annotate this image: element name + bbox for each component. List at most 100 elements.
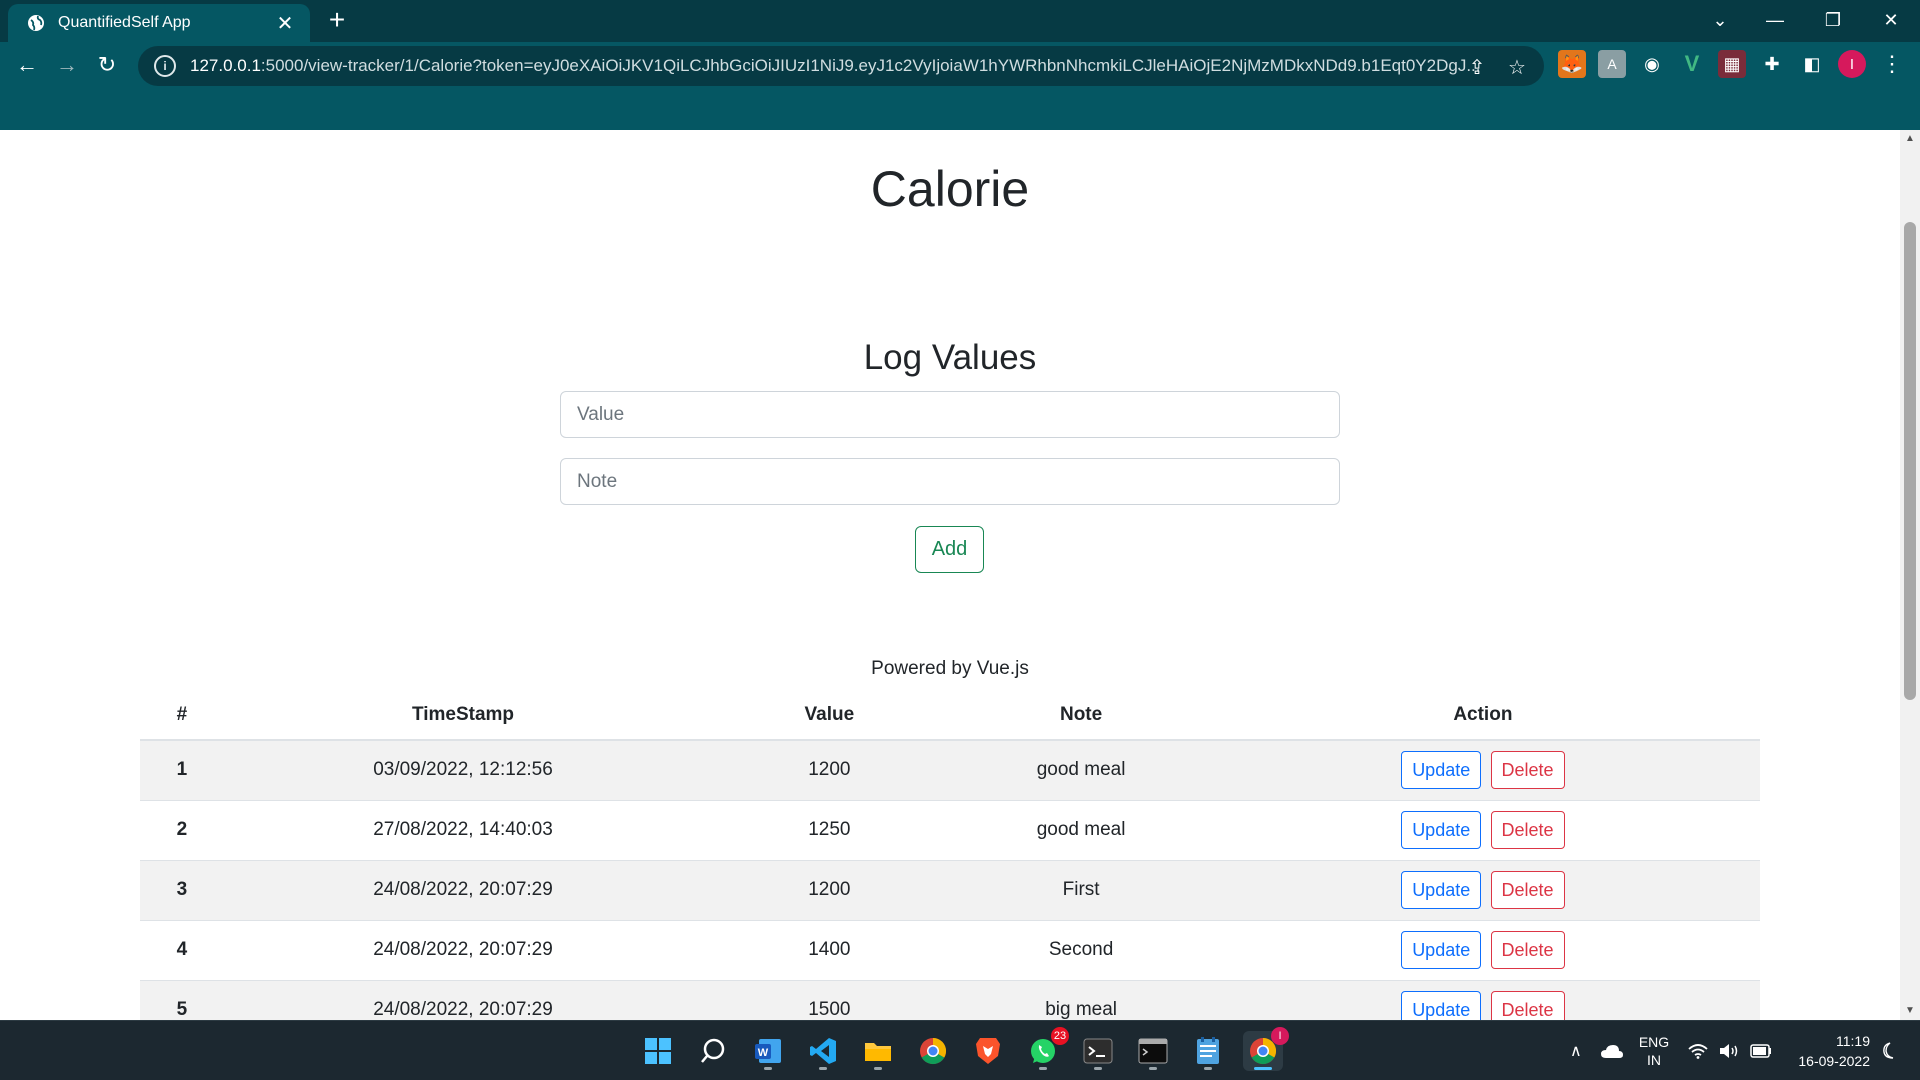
- row-index: 5: [140, 980, 224, 1020]
- language-indicator[interactable]: ENG IN: [1636, 1021, 1672, 1080]
- brave-icon[interactable]: [968, 1031, 1008, 1071]
- row-timestamp: 24/08/2022, 20:07:29: [223, 860, 703, 921]
- add-button[interactable]: Add: [915, 526, 984, 573]
- header-timestamp: TimeStamp: [223, 690, 703, 741]
- chrome-icon[interactable]: [913, 1031, 953, 1071]
- wifi-icon[interactable]: [1688, 1021, 1708, 1080]
- profile-avatar[interactable]: I: [1838, 50, 1866, 78]
- header-note: Note: [956, 690, 1206, 741]
- table-body: 1 03/09/2022, 12:12:56 1200 good meal Up…: [140, 740, 1760, 1020]
- forward-icon[interactable]: →: [50, 48, 84, 82]
- row-index: 2: [140, 800, 224, 861]
- scroll-thumb[interactable]: [1904, 222, 1916, 700]
- battery-icon[interactable]: [1750, 1021, 1772, 1080]
- page-content: Calorie Log Values Add Powered by Vue.js…: [0, 130, 1900, 1020]
- minimize-icon[interactable]: —: [1750, 0, 1800, 40]
- header-value: Value: [702, 690, 957, 741]
- share-icon[interactable]: ⇪: [1464, 54, 1490, 80]
- row-value: 1200: [702, 740, 957, 801]
- volume-icon[interactable]: [1718, 1021, 1740, 1080]
- delete-button[interactable]: Delete: [1490, 991, 1565, 1020]
- scroll-down-icon[interactable]: ▼: [1900, 1002, 1920, 1020]
- row-actions: Update Delete: [1205, 740, 1760, 801]
- show-hidden-icons-chevron[interactable]: ∧: [1570, 1021, 1582, 1080]
- delete-button[interactable]: Delete: [1490, 811, 1565, 849]
- search-icon[interactable]: [693, 1031, 733, 1071]
- header-action: Action: [1205, 690, 1760, 741]
- side-panel-icon[interactable]: ◧: [1798, 50, 1826, 78]
- delete-button[interactable]: Delete: [1490, 751, 1565, 790]
- file-explorer-icon[interactable]: [858, 1031, 898, 1071]
- row-note: big meal: [956, 980, 1206, 1020]
- terminal-icon[interactable]: [1078, 1031, 1118, 1071]
- note-input[interactable]: [560, 458, 1340, 505]
- row-actions: Update Delete: [1205, 980, 1760, 1020]
- running-indicator: [1149, 1067, 1157, 1070]
- row-note: Second: [956, 920, 1206, 981]
- row-index: 4: [140, 920, 224, 981]
- site-info-icon[interactable]: i: [154, 55, 176, 77]
- browser-tab[interactable]: QuantifiedSelf App ✕: [8, 4, 310, 42]
- running-indicator: [874, 1067, 882, 1070]
- windows-start-icon[interactable]: [638, 1031, 678, 1071]
- running-indicator: [1204, 1067, 1212, 1070]
- tab-search-chevron-icon[interactable]: ⌄: [1695, 0, 1745, 40]
- log-values-heading: Log Values: [863, 338, 1037, 377]
- restore-icon[interactable]: ❐: [1808, 0, 1858, 40]
- row-value: 1200: [702, 860, 957, 921]
- whatsapp-icon[interactable]: 23: [1023, 1027, 1069, 1071]
- update-button[interactable]: Update: [1401, 931, 1482, 969]
- new-tab-icon[interactable]: +: [322, 6, 352, 36]
- tab-title: QuantifiedSelf App: [58, 14, 191, 31]
- delete-button[interactable]: Delete: [1490, 931, 1565, 969]
- row-value: 1500: [702, 980, 957, 1020]
- command-prompt-icon[interactable]: [1133, 1031, 1173, 1071]
- row-actions: Update Delete: [1205, 860, 1760, 921]
- back-icon[interactable]: ←: [10, 48, 44, 82]
- clock[interactable]: 11:19 16-09-2022: [1786, 1021, 1870, 1080]
- onedrive-cloud-icon[interactable]: [1600, 1021, 1624, 1080]
- menu-kebab-icon[interactable]: ⋮: [1878, 50, 1906, 78]
- update-button[interactable]: Update: [1401, 871, 1482, 909]
- extension-grid-icon[interactable]: ▦: [1718, 50, 1746, 78]
- update-button[interactable]: Update: [1401, 811, 1482, 849]
- reload-icon[interactable]: ↻: [90, 48, 124, 82]
- close-tab-icon[interactable]: ✕: [274, 11, 296, 36]
- update-button[interactable]: Update: [1401, 751, 1482, 790]
- region-code: IN: [1647, 1052, 1661, 1068]
- value-input[interactable]: [560, 391, 1340, 438]
- chrome-profile-badge: I: [1271, 1027, 1289, 1045]
- delete-button[interactable]: Delete: [1490, 871, 1565, 909]
- notepad-icon[interactable]: [1188, 1031, 1228, 1071]
- table-row: 1 03/09/2022, 12:12:56 1200 good meal Up…: [140, 740, 1760, 801]
- chrome-profile-icon[interactable]: I: [1243, 1027, 1289, 1071]
- extension-icon[interactable]: A: [1598, 50, 1626, 78]
- address-bar[interactable]: i 127.0.0.1:5000/view-tracker/1/Calorie?…: [138, 46, 1544, 86]
- row-value: 1400: [702, 920, 957, 981]
- table-row: 3 24/08/2022, 20:07:29 1200 First Update…: [140, 860, 1760, 921]
- page-scrollbar[interactable]: ▲ ▼: [1900, 130, 1920, 1020]
- table-header-row: # TimeStamp Value Note Action: [140, 690, 1760, 741]
- vscode-icon[interactable]: [803, 1031, 843, 1071]
- table-row: 2 27/08/2022, 14:40:03 1250 good meal Up…: [140, 800, 1760, 861]
- whatsapp-badge: 23: [1051, 1027, 1069, 1045]
- language-code: ENG: [1638, 1034, 1670, 1050]
- edge-extension-icon[interactable]: ◉: [1638, 50, 1666, 78]
- table-row: 4 24/08/2022, 20:07:29 1400 Second Updat…: [140, 920, 1760, 981]
- row-index: 3: [140, 860, 224, 921]
- notifications-moon-icon[interactable]: [1880, 1021, 1896, 1080]
- row-timestamp: 24/08/2022, 20:07:29: [223, 980, 703, 1020]
- row-note: First: [956, 860, 1206, 921]
- extensions-puzzle-icon[interactable]: ✚: [1758, 50, 1786, 78]
- close-window-icon[interactable]: ✕: [1866, 0, 1916, 40]
- word-icon[interactable]: W: [748, 1031, 788, 1071]
- row-note: good meal: [956, 740, 1206, 801]
- vue-devtools-icon[interactable]: V: [1678, 50, 1706, 78]
- row-timestamp: 24/08/2022, 20:07:29: [223, 920, 703, 981]
- running-indicator: [1094, 1067, 1102, 1070]
- metamask-extension-icon[interactable]: 🦊: [1558, 50, 1586, 78]
- update-button[interactable]: Update: [1401, 991, 1482, 1020]
- scroll-up-icon[interactable]: ▲: [1900, 130, 1920, 148]
- bookmark-star-icon[interactable]: ☆: [1504, 54, 1530, 80]
- row-actions: Update Delete: [1205, 920, 1760, 981]
